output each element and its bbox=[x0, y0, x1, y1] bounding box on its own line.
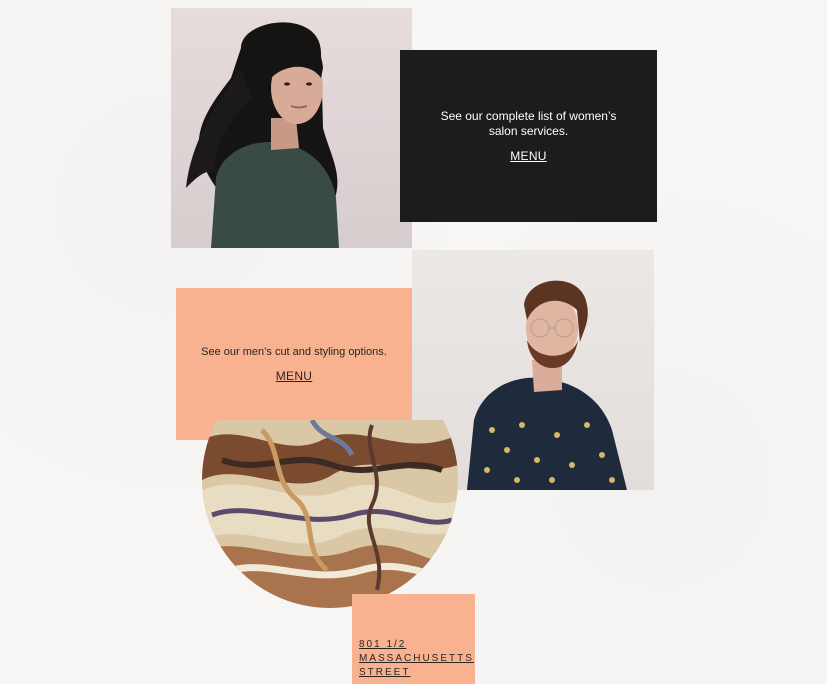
page: See our complete list of women’s salon s… bbox=[0, 0, 827, 684]
mens-menu-link[interactable]: MENU bbox=[276, 369, 313, 383]
womens-services-description: See our complete list of women’s salon s… bbox=[440, 109, 617, 138]
address-link[interactable]: 801 1/2 MASSACHUSETTS STREET bbox=[359, 638, 474, 680]
address-line-1: 801 1/2 bbox=[359, 639, 407, 650]
mens-services-description: See our men’s cut and styling options. bbox=[201, 346, 387, 358]
womens-services-card: See our complete list of women’s salon s… bbox=[400, 50, 657, 222]
marble-circle-artwork bbox=[202, 420, 458, 608]
womens-portrait-image bbox=[171, 8, 412, 248]
mens-services-card: See our men’s cut and styling options. M… bbox=[176, 288, 412, 440]
address-line-3: STREET bbox=[359, 667, 411, 678]
womens-menu-link[interactable]: MENU bbox=[510, 149, 547, 163]
address-line-2: MASSACHUSETTS bbox=[359, 653, 474, 664]
address-block: 801 1/2 MASSACHUSETTS STREET bbox=[352, 594, 475, 684]
